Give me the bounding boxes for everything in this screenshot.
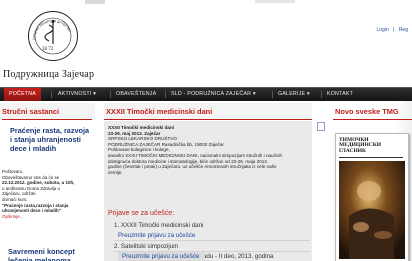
list-item: 1. XXXII Timočki medicinski dani <box>114 222 203 229</box>
left-article-title[interactable]: Praćenje rasta, razvoja i stanja uhranje… <box>10 126 90 153</box>
nav-separator <box>165 91 166 98</box>
top-decor-strip <box>255 0 295 3</box>
magazine-rule <box>339 157 403 158</box>
main-nav: POČETNA AKTIVNOSTI ▾ OBAVEŠTENJA SLD - P… <box>0 87 412 101</box>
nav-separator <box>272 91 273 98</box>
list-number: 1. <box>114 222 120 229</box>
magazine-title-line: ГЛАСНИК <box>339 147 366 154</box>
heading-rule <box>333 119 412 120</box>
page: 18 72 СРПСКО ЛЕКАРСКО ДРУШТВО Подружница… <box>0 0 412 261</box>
right-column-heading: Novo sveske TMG <box>335 107 399 116</box>
list-label: XXXII Timočki medicinski dani <box>120 222 204 229</box>
nav-item-kontakt[interactable]: KONTAKT <box>327 88 353 101</box>
heading-rule <box>104 119 312 120</box>
heading-rule <box>2 119 92 120</box>
article-text: XXXII Timočki medicinski dani 23-26. maj… <box>108 125 306 175</box>
nav-separator <box>110 91 111 98</box>
list-separator <box>114 240 310 241</box>
nav-item-pocetna[interactable]: POČETNA <box>4 88 42 101</box>
top-decor-strip <box>85 0 105 4</box>
magazine-title: ТИМОЧКИ МЕДИЦИНСКИ ГЛАСНИК <box>339 137 381 154</box>
download-application-link[interactable]: Preuzmite prijavu za učešće <box>118 232 195 239</box>
header: 18 72 СРПСКО ЛЕКАРСКО ДРУШТВО Подружница… <box>0 0 412 87</box>
signup-heading: Prijave se za učešće: <box>108 210 175 217</box>
list-number: 2. <box>114 243 120 250</box>
article-line: godine (četvrtak i petak) u Zaječaru, uz… <box>108 164 277 170</box>
right-column: Novo sveske TMG ТИМОЧКИ МЕДИЦИНСКИ ГЛАСН… <box>333 103 412 261</box>
nav-item-galerije[interactable]: GALERIJE ▾ <box>278 88 310 101</box>
nav-separator <box>51 91 52 98</box>
left-article2-title[interactable]: Savremeni koncept lečenja melanoma <box>8 247 92 261</box>
left-column-heading: Stručni sastanci <box>2 107 60 116</box>
list-label: Satelitski simpozijum <box>120 243 179 250</box>
nav-item-sld-podruznica[interactable]: SLD - PODRUŽNICA ZAJEČAR ▾ <box>171 88 256 101</box>
article-line: zemlje. <box>108 169 123 175</box>
link-separator: | <box>393 27 395 33</box>
login-link[interactable]: Login <box>376 27 388 33</box>
read-more-link[interactable]: Opširnije... <box>2 214 92 220</box>
center-column: XXXII Timočki medicinski dani XXXII Timo… <box>104 103 312 261</box>
nav-item-obavestenja[interactable]: OBAVEŠTENJA <box>116 88 156 101</box>
seal-year: 18 72 <box>42 47 54 52</box>
nav-separator <box>321 91 322 98</box>
branch-caption: Подружница Зајечар <box>3 69 95 80</box>
magazine-cover-painting <box>339 161 405 259</box>
download-application-link[interactable]: Preuzmite prijavu za učešće <box>118 252 206 261</box>
left-column: Stručni sastanci Praćenje rasta, razvoja… <box>0 103 95 261</box>
article-line: sanašni XXXII TIMOČKI MEDICINSKI DANI, n… <box>108 152 283 158</box>
magazine-cover[interactable]: ТИМОЧКИ МЕДИЦИНСКИ ГЛАСНИК <box>335 133 409 261</box>
register-link[interactable]: Reg <box>399 27 408 33</box>
header-links: Login | Reg <box>373 27 408 33</box>
document-icon[interactable] <box>317 122 325 131</box>
left-article-body: Poštovani, Obaveštavamo Vas da će se 22.… <box>2 169 92 219</box>
center-column-heading[interactable]: XXXII Timočki medicinski dani <box>106 107 212 116</box>
list-item: 2. Satelitski simpozijum <box>114 243 178 250</box>
article-box: XXXII Timočki medicinski dani 23-26. maj… <box>104 121 312 261</box>
society-seal-logo[interactable]: 18 72 СРПСКО ЛЕКАРСКО ДРУШТВО <box>27 10 79 62</box>
nav-item-aktivnosti[interactable]: AKTIVNOSTI ▾ <box>58 88 96 101</box>
